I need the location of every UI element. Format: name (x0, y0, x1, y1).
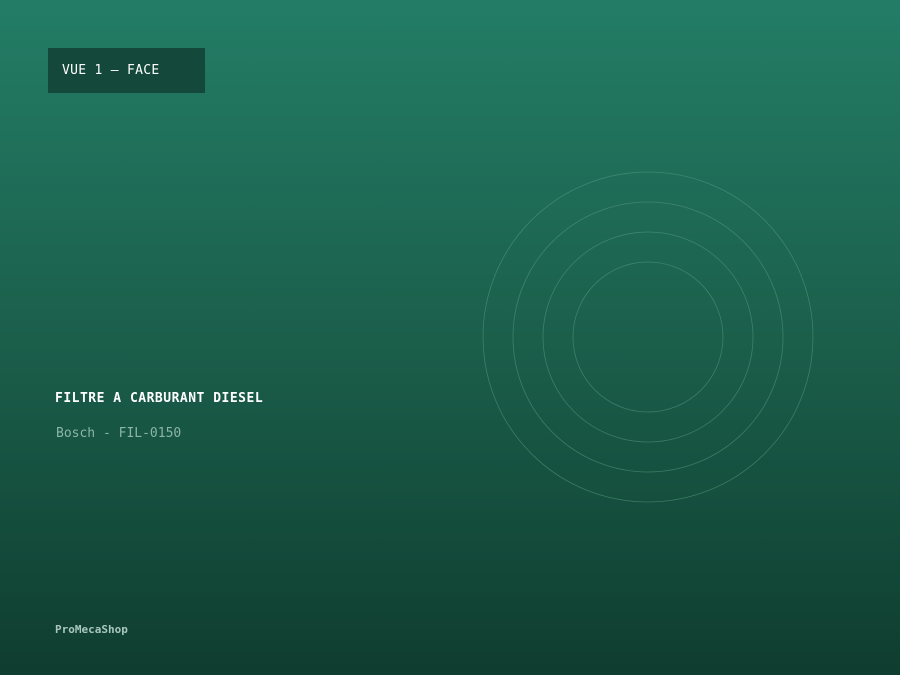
ring-outer (482, 171, 814, 503)
view-badge: VUE 1 — FACE (48, 48, 205, 93)
product-subtitle: Bosch - FIL-0150 (56, 426, 182, 441)
brand-logo: ProMecaShop (55, 623, 128, 636)
ring-inner (572, 261, 724, 413)
concentric-rings-icon (482, 171, 814, 503)
ring-second (512, 201, 784, 473)
product-title: FILTRE A CARBURANT DIESEL (55, 391, 264, 406)
ring-third (542, 231, 754, 443)
view-label: VUE 1 — FACE (62, 63, 160, 78)
